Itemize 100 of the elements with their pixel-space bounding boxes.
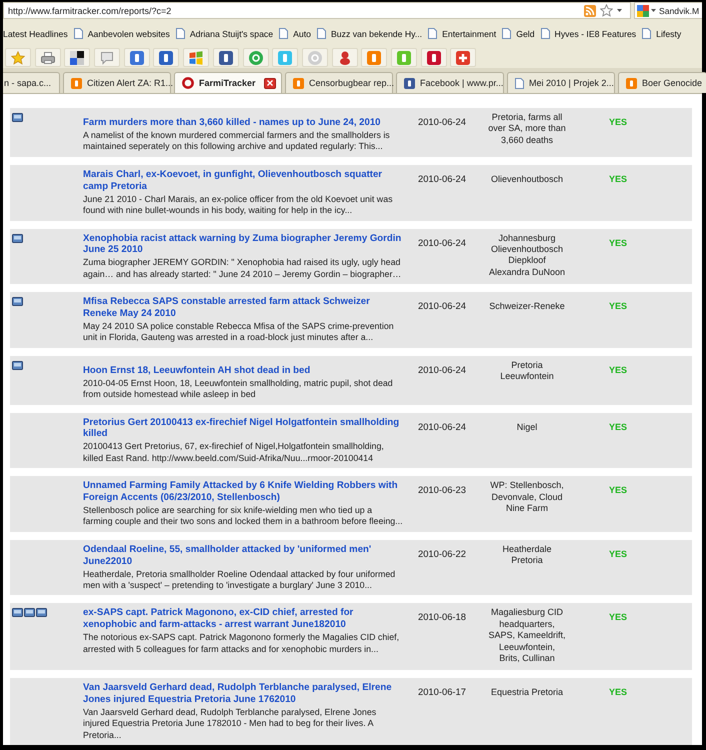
tab[interactable]: Citizen Alert ZA: R1...: [63, 72, 171, 94]
report-summary: The notorious ex-SAPS capt. Patrick Magonono formerly the Magalies CID chief, arrested with 5 colleagues for farm attacks and for xenophobic murders in...: [83, 632, 400, 655]
bookmark-link[interactable]: Auto: [279, 28, 311, 40]
bookmark-link[interactable]: Adriana Stuijt's space: [176, 28, 274, 40]
picture-icon: [36, 608, 47, 618]
page-icon: [74, 28, 83, 40]
status-label: YES: [609, 301, 628, 312]
tab[interactable]: Censorbugbear rep...: [285, 72, 393, 94]
toolbar-button[interactable]: [64, 48, 90, 68]
report-date: 2010-06-24: [418, 364, 466, 375]
bookmark-link[interactable]: Buzz van bekende Hy...: [316, 28, 422, 40]
report-date: 2010-06-24: [418, 172, 466, 184]
squares-icon: [70, 50, 84, 65]
report-title-link[interactable]: Xenophobia racist attack warning by Zuma biographer Jeremy Gordin June 25 2010: [83, 232, 403, 256]
caret-icon[interactable]: [617, 9, 622, 12]
status-label: YES: [609, 548, 628, 559]
report-date: 2010-06-18: [418, 611, 466, 622]
page-icon: [316, 28, 326, 40]
report-summary: Van Jaarsveld Gerhard dead, Rudolph Terblanche paralysed, Elrene Jones injured Equestria Pretoria June 1782010 - Men had to beg for their lives. A Pretoria...: [83, 706, 378, 741]
bookmark-link[interactable]: Entertainment: [428, 28, 496, 40]
status-label: YES: [609, 485, 628, 496]
page-icon: [515, 78, 524, 89]
close-button[interactable]: [264, 78, 276, 89]
flag-icon: [189, 50, 204, 65]
report-date: 2010-06-22: [418, 548, 466, 559]
star-icon: [11, 50, 25, 65]
report-location: Pretoria, farms all over SA, more than 3,660 deaths: [488, 112, 566, 146]
close-icon: [267, 80, 273, 86]
status-label: YES: [609, 612, 628, 622]
report-location: Magaliesburg CID headquarters, SAPS, Kameeldrift, Leeuwfontein, Brits, Cullinan: [488, 607, 566, 664]
report-summary: A namelist of the known murdered commercial farmers and the smallholders is maintained seperately on this following archive and updated regularly: This...: [83, 130, 391, 153]
address-field[interactable]: http://www.farmitracker.com/reports/?c=2: [3, 2, 631, 20]
report-summary: Zuma biographer JEREMY GORDIN: " Xenophobia had raised its ugly, ugly head again… and has already started: " June 24 2010 – Jeremy Gordin – biographer…: [83, 257, 402, 280]
figure-icon: [338, 50, 352, 65]
status-label: YES: [609, 686, 628, 697]
report-summary: Heatherdale, Pretoria smallholder Roeline Odendaal attacked by four uniformed men with a 'suspect' – pretending to 'investigate a burglary' June 3 2010...: [83, 568, 396, 592]
report-date: 2010-06-24: [418, 236, 466, 248]
status-label: YES: [609, 422, 628, 432]
status-label: YES: [609, 238, 628, 248]
report-location: Olievenhoutbosch: [490, 174, 564, 186]
page-icon: [176, 28, 185, 40]
report-date: 2010-06-24: [418, 420, 466, 432]
picture-icon: [12, 608, 23, 618]
report-title-link[interactable]: Odendaal Roeline, 55, smallholder attacked by 'uniformed men' June22010: [83, 544, 403, 568]
report-location: Johannesburg Olievenhoutbosch Diepkloof Alexandra DuNoon: [488, 232, 566, 278]
report-location: Nigel: [516, 422, 538, 433]
bookmark-link[interactable]: Lifesty: [642, 28, 682, 40]
report-summary: May 24 2010 SA police constable Rebecca Mfisa of the SAPS crime-prevention unit in Florida, Gauteng was arrested in a road-block just minutes after a...: [83, 320, 395, 344]
bookmark-link[interactable]: Aanbevolen websites: [74, 28, 170, 40]
picture-icon: [12, 360, 23, 370]
report-date: 2010-06-17: [418, 686, 466, 697]
caret-icon: [651, 9, 656, 12]
report-location: Heatherdale Pretoria: [502, 544, 552, 567]
page-icon: [642, 28, 652, 40]
report-title-link[interactable]: Marais Charl, ex-Koevoet, in gunfight, Olievenhoutbosch squatter camp Pretoria: [83, 168, 403, 192]
star-icon[interactable]: [600, 4, 613, 18]
tab[interactable]: Facebook | www.pr...: [396, 72, 504, 94]
plus-icon: [456, 50, 470, 65]
printer-icon: [40, 50, 55, 65]
report-title-link[interactable]: Farm murders more than 3,660 killed - names up to June 24, 2010: [83, 117, 381, 129]
status-label: YES: [609, 174, 628, 184]
page-icon: [279, 28, 288, 40]
bookmark-link[interactable]: Geld: [502, 28, 535, 40]
page-icon: [540, 28, 550, 40]
page-icon: [428, 28, 438, 40]
search-field[interactable]: Sandvik.M: [634, 2, 702, 20]
report-title-link[interactable]: Mfisa Rebecca SAPS constable arrested farm attack Schweizer Reneke May 24 2010: [83, 296, 403, 320]
tab[interactable]: FarmiTracker: [174, 72, 282, 94]
report-date: 2010-06-24: [418, 300, 466, 312]
speech-bubble-icon: [100, 50, 114, 65]
grid-icon: [637, 4, 649, 17]
report-title-link[interactable]: Hoon Ernst 18, Leeuwfontein AH shot dead in bed: [83, 364, 310, 377]
page-icon: [502, 28, 512, 40]
picture-icon: [12, 113, 23, 122]
tab[interactable]: n - sapa.c...: [3, 72, 60, 94]
picture-icon: [12, 297, 23, 306]
bookmark-link[interactable]: Latest Headlines: [3, 28, 68, 39]
tab[interactable]: Mei 2010 | Projek 2...: [507, 72, 615, 94]
status-label: YES: [609, 364, 628, 375]
picture-icon: [24, 608, 35, 618]
report-title-link[interactable]: Pretorius Gert 20100413 ex-firechief Nigel Holgatfontein smallholding killed: [83, 416, 403, 440]
report-summary: 20100413 Gert Pretorius, 67, ex-firechief of Nigel,Holgatfontein smallholding, killed East Rand. http://www.beeld.com/Suid-Afrika/Nuu...rmoor-20100414: [83, 441, 385, 464]
status-label: YES: [609, 117, 628, 128]
report-summary: Stellenbosch police are searching for six knife-wielding men who tied up a farming couple and their two sons and locked them in a bathroom before fleeing...: [83, 504, 403, 528]
toolbar-button[interactable]: [212, 48, 239, 68]
report-location: Schweizer-Reneke: [489, 301, 565, 313]
bookmark-link[interactable]: Hyves - IE8 Features: [540, 28, 636, 40]
report-location: Equestria Pretoria: [490, 686, 564, 698]
report-location: WP: Stellenbosch, Devonvale, Cloud Nine Farm: [490, 480, 564, 514]
report-summary: June 21 2010 - Charl Marais, an ex-police officer from the old Koevoet unit was found with nine bullet-wounds in his body, waiting for help in the icy...: [83, 194, 394, 216]
picture-icon: [12, 234, 23, 242]
report-date: 2010-06-23: [418, 484, 466, 496]
rss-icon[interactable]: [584, 4, 596, 17]
report-title-link[interactable]: Unnamed Farming Family Attacked by 6 Knife Wielding Robbers with Foreign Accents (06/23/2010, Stellenbosch): [83, 480, 403, 504]
report-location: Pretoria Leeuwfontein: [500, 360, 554, 383]
tab[interactable]: Boer Genocide: [618, 72, 706, 94]
report-title-link[interactable]: ex-SAPS capt. Patrick Magonono, ex-CID chief, arrested for xenophobic and farm-attacks - arrest warrant June182010: [83, 607, 403, 631]
report-date: 2010-06-24: [418, 116, 466, 128]
report-title-link[interactable]: Van Jaarsveld Gerhard dead, Rudolph Terblanche paralysed, Elrene Jones injured Equestria Pretoria June 1762010: [83, 682, 403, 706]
report-summary: 2010-04-05 Ernst Hoon, 18, Leeuwfontein smallholding, matric pupil, shot dead from outside homestead while asleep in bed: [83, 378, 394, 401]
